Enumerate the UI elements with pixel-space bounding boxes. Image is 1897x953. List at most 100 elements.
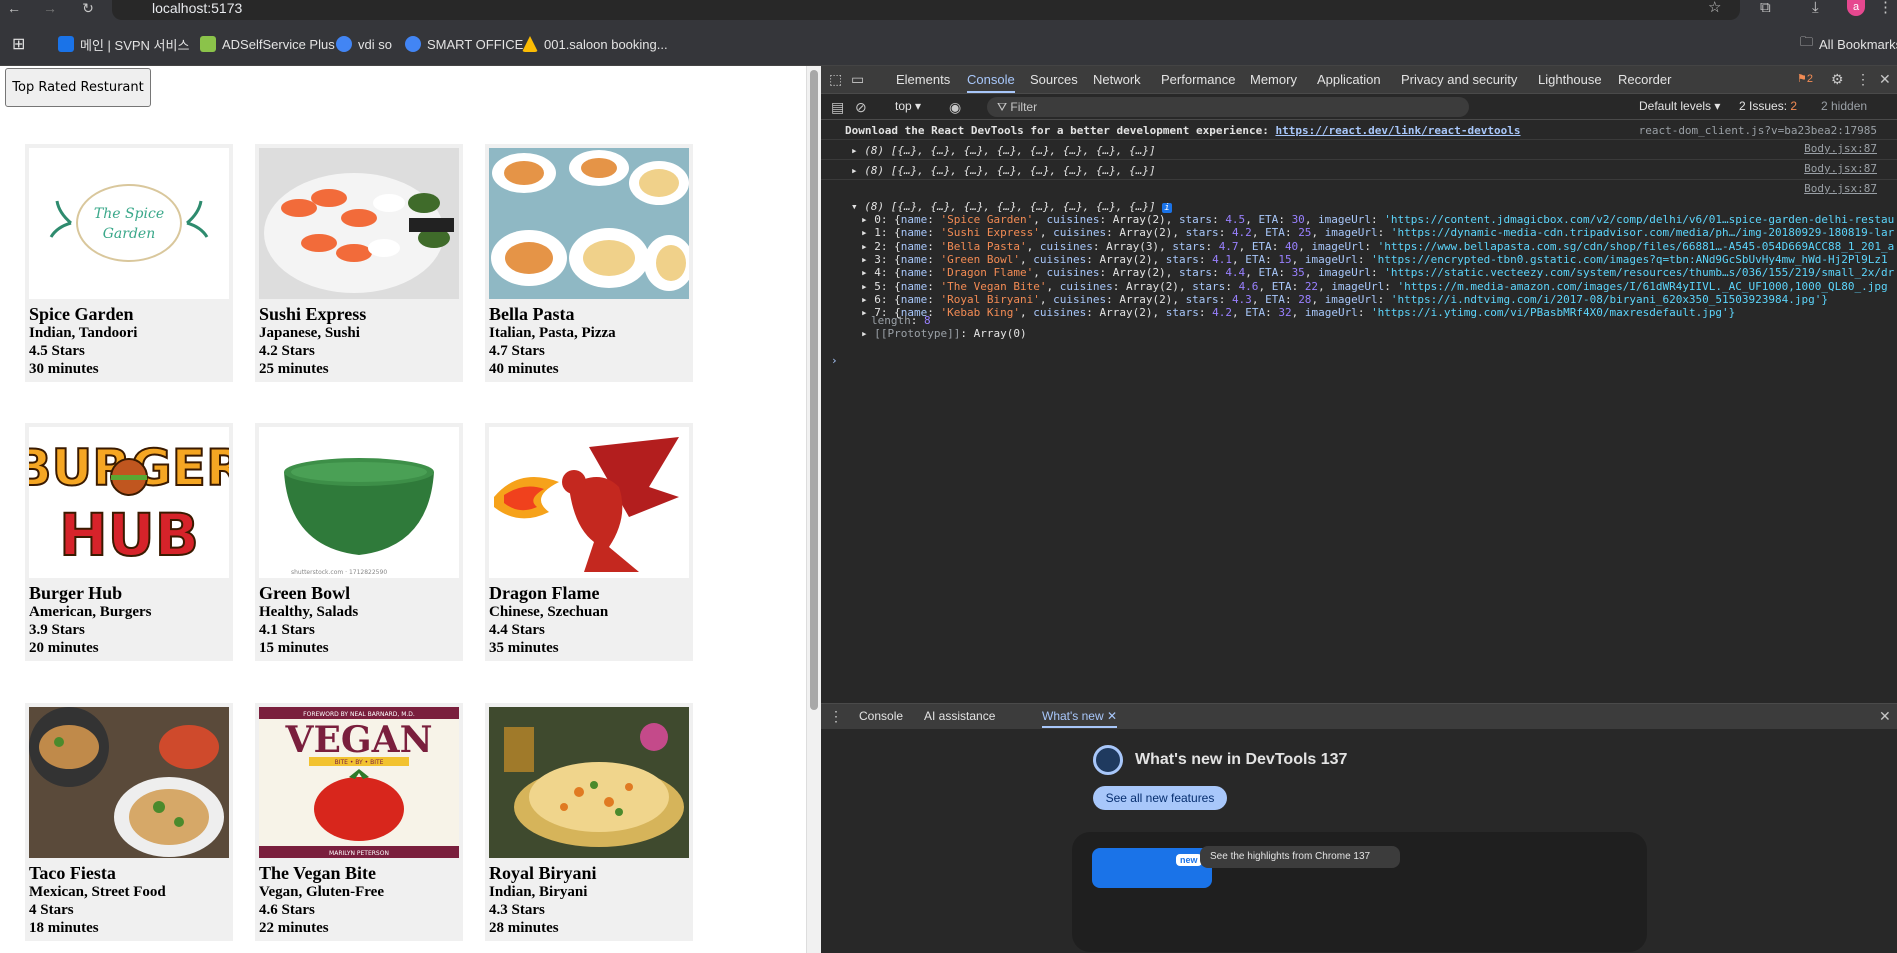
- console-prompt-icon[interactable]: ›: [831, 354, 838, 367]
- page-scrollbar[interactable]: [806, 66, 821, 953]
- entry-stars: 4.2: [1212, 306, 1232, 320]
- console-toolbar: ▤ ⊘ top ▾ ◉ ⛛ Filter Default levels ▾ 2 …: [821, 94, 1897, 120]
- tab-application[interactable]: Application: [1317, 66, 1381, 93]
- console-message[interactable]: ▸ (8) [{…}, {…}, {…}, {…}, {…}, {…}, {…}…: [821, 160, 1897, 180]
- restaurant-image: [489, 427, 689, 578]
- top-rated-button[interactable]: Top Rated Resturant: [5, 68, 151, 107]
- console-object-entry[interactable]: ▸ 7: {name: 'Kebab King', cuisines: Arra…: [861, 306, 1735, 319]
- scroll-thumb[interactable]: [810, 70, 818, 710]
- tab-sources[interactable]: Sources: [1030, 66, 1078, 93]
- apps-icon[interactable]: ⊞: [12, 34, 25, 54]
- restaurant-stars: 4 Stars: [29, 902, 74, 918]
- restaurant-stars: 3.9 Stars: [29, 622, 85, 638]
- settings-icon[interactable]: ⚙: [1831, 66, 1844, 93]
- close-drawer-icon[interactable]: ✕: [1879, 704, 1891, 728]
- react-devtools-link[interactable]: https://react.dev/link/react-devtools: [1275, 124, 1520, 137]
- filter-input[interactable]: ⛛ Filter: [987, 97, 1469, 117]
- bookmark-svpn[interactable]: 메인 | SVPN 서비스: [58, 34, 189, 54]
- restaurant-card[interactable]: Sushi Express Japanese, Sushi 4.2 Stars …: [255, 144, 463, 382]
- console-message[interactable]: ▸ (8) [{…}, {…}, {…}, {…}, {…}, {…}, {…}…: [821, 140, 1897, 160]
- menu-icon[interactable]: ⋮: [1878, 0, 1893, 16]
- tab-network[interactable]: Network: [1093, 66, 1141, 93]
- back-icon[interactable]: ←: [4, 0, 24, 18]
- source-link[interactable]: react-dom_client.js?v=ba23bea2:17985: [1639, 124, 1877, 137]
- eye-icon[interactable]: ◉: [949, 94, 961, 120]
- drawer-tab-whats-new[interactable]: What's new ✕: [1042, 704, 1118, 728]
- levels-select[interactable]: Default levels ▾: [1639, 99, 1720, 113]
- drawer-tab-ai-assistance[interactable]: AI assistance: [924, 704, 995, 728]
- hidden-count: 2 hidden: [1821, 99, 1868, 113]
- console-object-entry[interactable]: ▸ 4: {name: 'Dragon Flame', cuisines: Ar…: [861, 266, 1894, 279]
- tab-console[interactable]: Console: [967, 66, 1015, 93]
- tab-memory[interactable]: Memory: [1250, 66, 1297, 93]
- restaurant-name: Green Bowl: [259, 583, 351, 603]
- source-link[interactable]: Body.jsx:87: [1804, 182, 1877, 195]
- extensions-icon[interactable]: ⧉: [1760, 0, 1771, 16]
- restaurant-card[interactable]: shutterstock.com · 1712822590 Green Bowl…: [255, 423, 463, 661]
- console-object-entry[interactable]: ▸ 3: {name: 'Green Bowl', cuisines: Arra…: [861, 253, 1888, 266]
- entry-eta: 22: [1304, 279, 1319, 293]
- clear-console-icon[interactable]: ⊘: [855, 94, 867, 120]
- console-output[interactable]: Download the React DevTools for a better…: [821, 120, 1897, 703]
- context-select[interactable]: top ▾: [895, 99, 921, 113]
- avatar[interactable]: a: [1847, 0, 1865, 16]
- entry-stars: 4.3: [1231, 292, 1252, 306]
- restaurant-card[interactable]: The Spice Garden Spice Garden Indian, Ta…: [25, 144, 233, 382]
- reload-icon[interactable]: ↻: [78, 0, 98, 18]
- highlight-card[interactable]: new See the highlights from Chrome 137: [1072, 832, 1647, 952]
- whats-new-label: What's new: [1042, 709, 1104, 723]
- url-text[interactable]: localhost:5173: [152, 0, 242, 16]
- more-icon[interactable]: ⋮: [1856, 66, 1870, 93]
- device-toggle-icon[interactable]: ▭: [851, 66, 864, 93]
- tab-privacy[interactable]: Privacy and security: [1401, 66, 1517, 93]
- entry-stars: 4.5: [1225, 213, 1246, 226]
- tab-elements[interactable]: Elements: [896, 66, 950, 93]
- see-all-features-button[interactable]: See all new features: [1093, 786, 1227, 810]
- console-object-entry[interactable]: ▸ 6: {name: 'Royal Biryani', cuisines: A…: [861, 293, 1828, 306]
- entry-url: 'https://m.media-amazon.com/images/I/61d…: [1397, 279, 1888, 293]
- restaurant-card[interactable]: Taco Fiesta Mexican, Street Food 4 Stars…: [25, 703, 233, 941]
- source-link[interactable]: Body.jsx:87: [1804, 142, 1877, 155]
- tab-performance[interactable]: Performance: [1161, 66, 1235, 93]
- restaurant-card[interactable]: Dragon Flame Chinese, Szechuan 4.4 Stars…: [485, 423, 693, 661]
- close-devtools-icon[interactable]: ✕: [1879, 66, 1891, 93]
- all-bookmarks[interactable]: 🗀 All Bookmarks: [1800, 34, 1897, 54]
- console-object-entry[interactable]: ▸ 0: {name: 'Spice Garden', cuisines: Ar…: [861, 213, 1894, 226]
- console-object-entry[interactable]: ▸ 5: {name: 'The Vegan Bite', cuisines: …: [861, 280, 1888, 293]
- bookmark-adselfservice[interactable]: ADSelfService Plus: [200, 34, 335, 54]
- globe-icon: [336, 36, 352, 52]
- entry-name: 'Royal Biryani': [940, 292, 1040, 306]
- entry-name: 'Sushi Express': [940, 226, 1040, 240]
- download-icon[interactable]: ⤓: [1812, 0, 1819, 16]
- console-object-entry[interactable]: ▸ 1: {name: 'Sushi Express', cuisines: A…: [861, 226, 1894, 239]
- forward-icon[interactable]: →: [40, 0, 60, 18]
- url-field[interactable]: [112, 0, 1740, 20]
- svg-text:Garden: Garden: [103, 226, 156, 242]
- restaurant-card[interactable]: Bella Pasta Italian, Pasta, Pizza 4.7 St…: [485, 144, 693, 382]
- inspect-icon[interactable]: ⬚: [829, 66, 842, 93]
- drawer-tab-console[interactable]: Console: [859, 704, 903, 728]
- restaurant-card[interactable]: Royal Biryani Indian, Biryani 4.3 Stars …: [485, 703, 693, 941]
- issues-badge-icon[interactable]: ⚑2: [1797, 66, 1813, 93]
- console-object-entry[interactable]: ▸ 2: {name: 'Bella Pasta', cuisines: Arr…: [861, 240, 1894, 253]
- console-message-expanded[interactable]: Body.jsx:87 ▾ (8) [{…}, {…}, {…}, {…}, {…: [821, 180, 1897, 340]
- restaurant-name: Dragon Flame: [489, 583, 600, 603]
- bookmark-saloon[interactable]: 001.saloon booking...: [522, 34, 668, 54]
- bookmark-vdi[interactable]: vdi so: [336, 34, 392, 54]
- tab-lighthouse[interactable]: Lighthouse: [1538, 66, 1602, 93]
- star-icon[interactable]: ☆: [1708, 0, 1721, 16]
- restaurant-card[interactable]: FOREWORD BY NEAL BARNARD, M.D. VEGAN BIT…: [255, 703, 463, 941]
- source-link[interactable]: Body.jsx:87: [1804, 162, 1877, 175]
- issues-link[interactable]: 2 Issues: 2: [1739, 99, 1797, 113]
- drawer-menu-icon[interactable]: ⋮: [829, 704, 843, 728]
- restaurant-card[interactable]: BURGER HUB Burger Hub American, Burgers …: [25, 423, 233, 661]
- tab-recorder[interactable]: Recorder: [1618, 66, 1671, 93]
- sidebar-toggle-icon[interactable]: ▤: [831, 94, 844, 120]
- restaurant-name: Taco Fiesta: [29, 863, 116, 883]
- entry-stars: 4.7: [1218, 239, 1239, 253]
- close-tab-icon[interactable]: ✕: [1107, 709, 1117, 723]
- array-summary: (8) [{…}, {…}, {…}, {…}, {…}, {…}, {…}, …: [864, 164, 1156, 177]
- svpn-icon: [58, 36, 74, 52]
- bookmark-smart-office[interactable]: SMART OFFICE: [405, 34, 523, 54]
- restaurant-image: The Spice Garden: [29, 148, 229, 299]
